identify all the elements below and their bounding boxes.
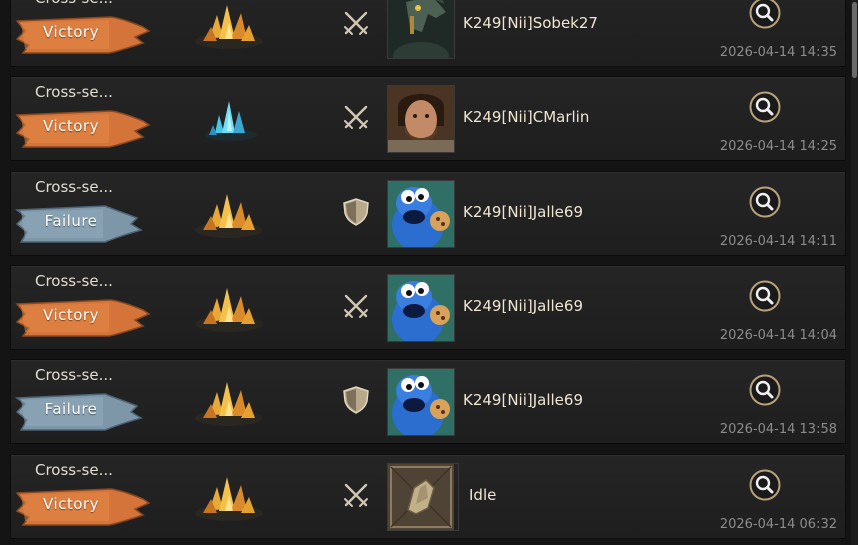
magnifier-icon (749, 0, 781, 33)
gold-ore-pile-icon (189, 374, 269, 434)
result-label: Victory (43, 117, 99, 135)
view-details-button[interactable] (749, 91, 781, 127)
battle-mode-label: Cross-se... (35, 461, 113, 479)
magnifier-icon (749, 374, 781, 410)
battle-timestamp: 2026-04-14 13:58 (719, 422, 837, 437)
failure-banner: Failure (15, 202, 151, 244)
scrollbar[interactable] (851, 0, 858, 545)
magnifier-icon (749, 469, 781, 505)
crossed-swords-icon (341, 8, 371, 42)
gold-ore-pile-icon (189, 280, 269, 340)
gold-ore-pile-icon (189, 469, 269, 529)
battle-timestamp: 2026-04-14 14:35 (719, 45, 837, 60)
player-avatar[interactable] (387, 274, 455, 342)
magnifier-icon (749, 91, 781, 127)
view-details-button[interactable] (749, 186, 781, 222)
gold-ore-pile-icon (189, 186, 269, 246)
battle-log-row[interactable]: Cross-se... Failure K249[Nii]Jalle69 202… (10, 171, 846, 256)
result-label: Victory (43, 306, 99, 324)
player-avatar[interactable] (387, 180, 455, 248)
player-avatar[interactable] (387, 0, 455, 59)
failure-banner: Failure (15, 390, 151, 432)
crossed-swords-icon (341, 102, 371, 136)
player-name: K249[Nii]Sobek27 (463, 14, 598, 32)
player-avatar[interactable] (387, 368, 455, 436)
magnifier-icon (749, 186, 781, 222)
crossed-swords-icon (341, 480, 371, 514)
battle-mode-label: Cross-se... (35, 83, 113, 101)
crossed-swords-icon (341, 291, 371, 325)
player-name: K249[Nii]Jalle69 (463, 297, 583, 315)
player-avatar[interactable] (387, 85, 455, 153)
player-name: Idle (469, 486, 497, 504)
battle-log-row[interactable]: Cross-se... Victory K249[Nii]CMarlin 202… (10, 76, 846, 161)
shield-icon (341, 197, 371, 231)
battle-mode-label: Cross-se... (35, 272, 113, 290)
player-name: K249[Nii]Jalle69 (463, 203, 583, 221)
battle-log-row[interactable]: Cross-se... Victory K249[Nii]Jalle69 202… (10, 265, 846, 350)
battle-log-row[interactable]: Cross-se... Failure K249[Nii]Jalle69 202… (10, 359, 846, 444)
battle-mode-label: Cross-se... (35, 0, 135, 7)
view-details-button[interactable] (749, 469, 781, 505)
battle-timestamp: 2026-04-14 14:04 (719, 328, 837, 343)
result-label: Victory (43, 23, 99, 41)
blue-crystal-icon (189, 91, 269, 151)
magnifier-icon (749, 280, 781, 316)
battle-log-list: Cross-se... Victory K249[Nii]Sobek27 (0, 0, 858, 545)
battle-mode-label: Cross-se... (35, 366, 113, 384)
view-details-button[interactable] (749, 0, 781, 33)
gold-ore-pile-icon (189, 0, 269, 57)
view-details-button[interactable] (749, 374, 781, 410)
victory-banner: Victory (15, 107, 151, 149)
battle-timestamp: 2026-04-14 14:25 (719, 139, 837, 154)
result-label: Failure (44, 400, 98, 418)
result-label: Failure (44, 212, 98, 230)
battle-log-row[interactable]: Cross-se... Victory Idle 2026-04-14 06:3… (10, 454, 846, 539)
player-name: K249[Nii]CMarlin (463, 108, 590, 126)
battle-log-row[interactable]: Cross-se... Victory K249[Nii]Sobek27 (10, 0, 846, 67)
victory-banner: Victory (15, 296, 151, 338)
victory-banner: Victory (15, 13, 151, 55)
battle-mode-label: Cross-se... (35, 178, 113, 196)
player-name: K249[Nii]Jalle69 (463, 391, 583, 409)
scrollbar-thumb[interactable] (852, 2, 857, 78)
battle-timestamp: 2026-04-14 14:11 (719, 234, 837, 249)
shield-icon (341, 385, 371, 419)
view-details-button[interactable] (749, 280, 781, 316)
player-avatar[interactable] (387, 463, 459, 531)
victory-banner: Victory (15, 485, 151, 527)
battle-timestamp: 2026-04-14 06:32 (719, 517, 837, 532)
result-label: Victory (43, 495, 99, 513)
